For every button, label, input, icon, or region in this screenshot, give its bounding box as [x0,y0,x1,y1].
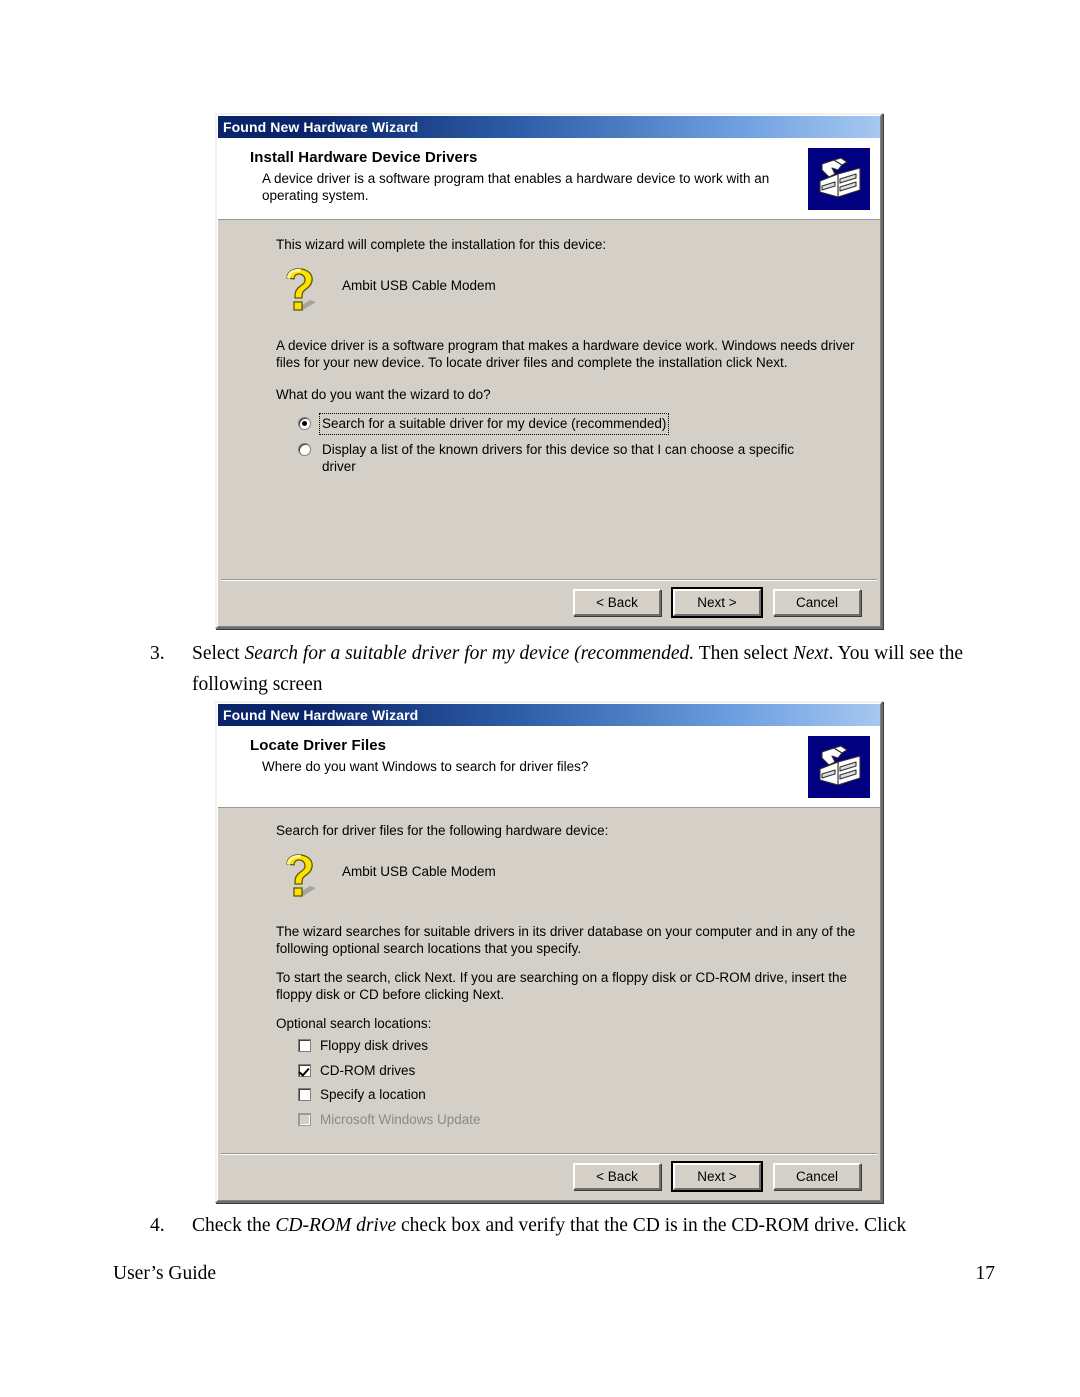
checkbox-specify-a-location[interactable]: Specify a location [276,1086,858,1104]
dialog2-explain-text-2: To start the search, click Next. If you … [276,969,847,1003]
step-3-italic2: Next [792,643,829,664]
checkbox-disabled-icon [298,1112,311,1126]
back-button[interactable]: < Back [573,589,661,616]
next-button-label: Next > [697,1169,737,1184]
next-button[interactable]: Next > [673,589,761,616]
cancel-button-label: Cancel [795,595,839,610]
step-3-text: Select Search for a suitable driver for … [192,638,990,700]
step-4-text: Check the CD-ROM drive check box and ver… [192,1210,1000,1241]
step-3-part2: Then select [694,643,793,664]
dialog1-header-subtitle: A device driver is a software program th… [262,171,770,203]
step-3-instruction: 3. Select Search for a suitable driver f… [150,638,990,700]
dialog1-question-text: What do you want the wizard to do? [276,386,491,402]
step-3-italic1: Search for a suitable driver for my devi… [244,643,695,664]
step-4-italic1: CD-ROM drive [275,1215,397,1236]
dialog2-header-subtitle: Where do you want Windows to search for … [262,759,589,774]
dialog1-header-title: Install Hardware Device Drivers [250,149,478,166]
dialog2-device-row: Ambit USB Cable Modem [276,851,858,907]
dialog2-title: Found New Hardware Wizard [223,707,419,723]
checkbox-unchecked-icon[interactable] [298,1088,311,1102]
dialog1-intro-text: This wizard will complete the installati… [276,237,607,252]
radio-unselected-icon[interactable] [298,442,311,456]
step-4-part2: check box and verify that the CD is in t… [396,1215,907,1236]
checkbox-checked-icon[interactable] [298,1063,311,1077]
dialog1-header-texts: Install Hardware Device Drivers A device… [250,147,790,204]
locate-driver-files-dialog: Found New Hardware Wizard Locate Driver … [215,701,883,1203]
step-3-part1: Select [192,643,245,664]
cancel-button[interactable]: Cancel [773,1163,861,1190]
wizard-hand-drive-icon [808,736,870,798]
step-4-instruction: 4. Check the CD-ROM drive check box and … [150,1210,1000,1241]
dialog2-footer: < Back Next > Cancel [219,1152,879,1201]
dialog2-header-title: Locate Driver Files [250,737,387,754]
dialog2-titlebar: Found New Hardware Wizard [218,704,880,726]
dialog2-header-texts: Locate Driver Files Where do you want Wi… [250,735,588,775]
radio-selected-icon[interactable] [298,417,311,430]
footer-document-title: User’s Guide [113,1263,217,1284]
back-button-label: < Back [596,1169,638,1184]
page-footer: User’s Guide 17 [113,1263,995,1285]
checkbox-label: Microsoft Windows Update [320,1111,481,1127]
optional-search-locations-heading: Optional search locations: [276,1015,432,1031]
cancel-button[interactable]: Cancel [773,589,861,616]
checkbox-label: CD-ROM drives [320,1062,416,1078]
dialog2-body: Search for driver files for the followin… [218,808,880,1141]
radio-option-search-suitable-driver[interactable]: Search for a suitable driver for my devi… [276,413,858,435]
dialog1-title: Found New Hardware Wizard [223,119,419,135]
dialog2-intro-text: Search for driver files for the followin… [276,823,609,838]
dialog-inner-frame: Found New Hardware Wizard Install Hardwa… [217,115,881,627]
checkbox-microsoft-windows-update: Microsoft Windows Update [276,1111,858,1129]
dialog-inner-frame: Found New Hardware Wizard Locate Driver … [217,703,881,1201]
next-button[interactable]: Next > [673,1163,761,1190]
radio-option-label: Display a list of the known drivers for … [322,441,794,475]
back-button[interactable]: < Back [573,1163,661,1190]
next-button-label: Next > [697,595,737,610]
document-page: Found New Hardware Wizard Install Hardwa… [0,0,1080,1397]
dialog1-footer: < Back Next > Cancel [219,578,879,627]
checkbox-label: Floppy disk drives [320,1038,429,1053]
dialog1-device-row: Ambit USB Cable Modem [276,265,858,321]
unknown-device-question-mark-icon [276,265,328,317]
checkbox-cd-rom-drives[interactable]: CD-ROM drives [276,1062,858,1080]
cancel-button-label: Cancel [795,1169,839,1184]
dialog2-explain-text-1: The wizard searches for suitable drivers… [276,923,856,957]
wizard-hand-drive-icon [808,148,870,210]
dialog1-device-name: Ambit USB Cable Modem [342,277,496,293]
install-hardware-device-drivers-dialog: Found New Hardware Wizard Install Hardwa… [215,113,883,629]
checkbox-label: Specify a location [320,1087,426,1102]
dialog1-titlebar: Found New Hardware Wizard [218,116,880,138]
unknown-device-question-mark-icon [276,851,328,903]
dialog1-header: Install Hardware Device Drivers A device… [218,138,880,220]
back-button-label: < Back [596,595,638,610]
footer-page-number: 17 [975,1263,996,1284]
radio-option-label: Search for a suitable driver for my devi… [318,413,670,435]
step-3-number: 3. [150,643,165,664]
dialog2-header: Locate Driver Files Where do you want Wi… [218,726,880,808]
dialog1-body: This wizard will complete the installati… [218,220,880,489]
checkbox-floppy-disk-drives[interactable]: Floppy disk drives [276,1037,858,1055]
step-4-part1: Check the [192,1215,276,1236]
dialog2-device-name: Ambit USB Cable Modem [342,863,496,879]
dialog1-explain-text: A device driver is a software program th… [276,337,855,371]
radio-option-display-known-drivers[interactable]: Display a list of the known drivers for … [276,440,858,477]
step-4-number: 4. [150,1215,165,1236]
checkbox-unchecked-icon[interactable] [298,1039,311,1053]
